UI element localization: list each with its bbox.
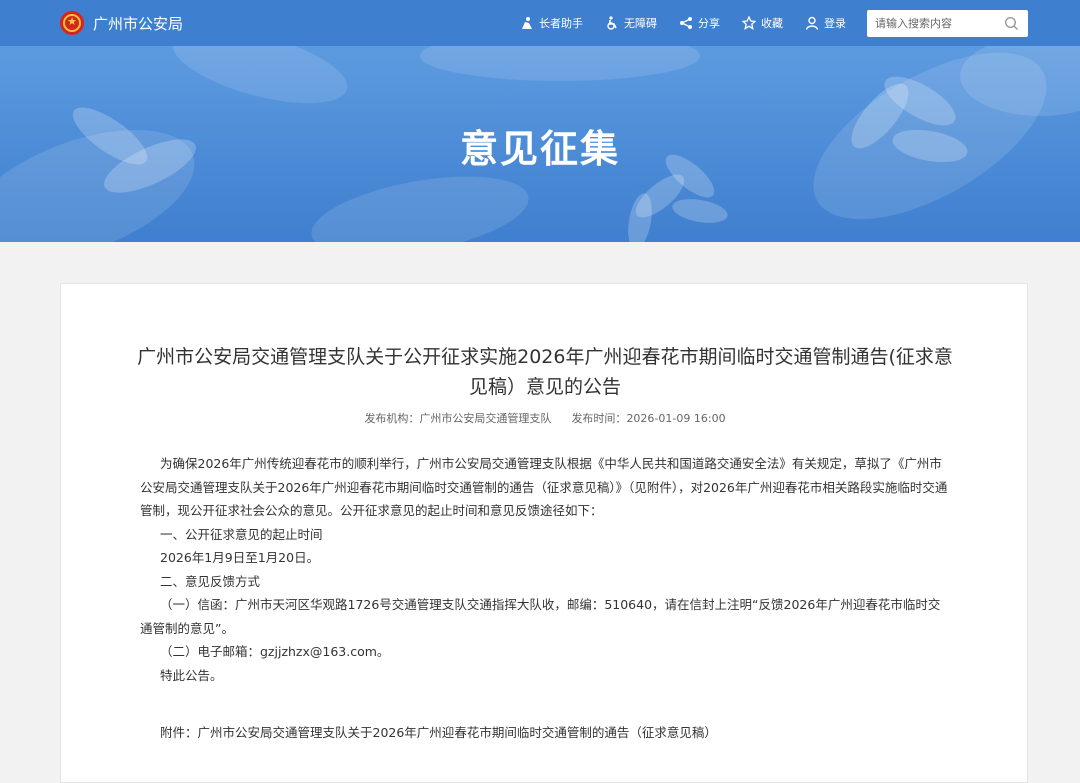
article-meta: 发布机构：广州市公安局交通管理支队 发布时间：2026-01-09 16:00	[61, 410, 1029, 426]
site-brand[interactable]: 广州市公安局	[60, 10, 183, 36]
search-input[interactable]	[867, 10, 997, 37]
section-heading: 一、公开征求意见的起止时间	[160, 526, 323, 542]
share-button[interactable]: 分享	[679, 15, 720, 31]
page-banner: 意见征集	[0, 46, 1080, 242]
top-bar: 广州市公安局 长者助手 无障碍 分享 收藏 登录	[0, 0, 1080, 46]
publisher-value: 广州市公安局交通管理支队	[419, 412, 552, 425]
login-button[interactable]: 登录	[805, 15, 846, 31]
publish-date-value: 2026-01-09 16:00	[626, 412, 726, 425]
email-text: （二）电子邮箱：gzjjzhzx@163.com。	[160, 644, 390, 659]
favorite-button[interactable]: 收藏	[742, 15, 783, 31]
publisher-label: 发布机构：	[364, 412, 420, 425]
intro-paragraph: 为确保2026年广州传统迎春花市的顺利举行，广州市公安局交通管理支队根据《中华人…	[140, 456, 948, 518]
star-icon	[742, 16, 756, 30]
share-icon	[680, 17, 692, 29]
attachment-link[interactable]: 附件：广州市公安局交通管理支队关于2026年广州迎春花市期间临时交通管制的通告（…	[160, 722, 717, 741]
police-emblem-icon	[60, 11, 84, 35]
search-box	[867, 10, 1028, 37]
search-icon[interactable]	[1004, 16, 1019, 31]
share-label: 分享	[698, 17, 720, 30]
elder-assistant-button[interactable]: 长者助手	[520, 15, 583, 31]
section-text: 2026年1月9日至1月20日。	[160, 550, 320, 565]
accessibility-button[interactable]: 无障碍	[605, 15, 657, 31]
top-nav: 长者助手 无障碍 分享 收藏 登录	[520, 14, 868, 32]
login-label: 登录	[824, 17, 846, 30]
banner-title: 意见征集	[459, 127, 620, 171]
article-body: 为确保2026年广州传统迎春花市的顺利举行，广州市公安局交通管理支队根据《中华人…	[140, 452, 950, 687]
section-text: （一）信函：广州市天河区华观路1726号交通管理支队交通指挥大队收，邮编：510…	[140, 597, 941, 636]
accessibility-icon	[607, 16, 617, 30]
user-icon	[805, 16, 819, 30]
elder-icon	[522, 17, 532, 29]
article-title: 广州市公安局交通管理支队关于公开征求实施2026年广州迎春花市期间临时交通管制通…	[137, 346, 953, 398]
article-card: 广州市公安局交通管理支队关于公开征求实施2026年广州迎春花市期间临时交通管制通…	[60, 283, 1028, 783]
section-heading: 二、意见反馈方式	[160, 573, 261, 589]
favorite-label: 收藏	[761, 17, 783, 30]
accessibility-label: 无障碍	[624, 17, 657, 30]
site-name: 广州市公安局	[93, 14, 184, 33]
elder-assistant-label: 长者助手	[539, 17, 583, 30]
publish-date-label: 发布时间：	[571, 412, 627, 425]
closing-text: 特此公告。	[160, 667, 223, 683]
